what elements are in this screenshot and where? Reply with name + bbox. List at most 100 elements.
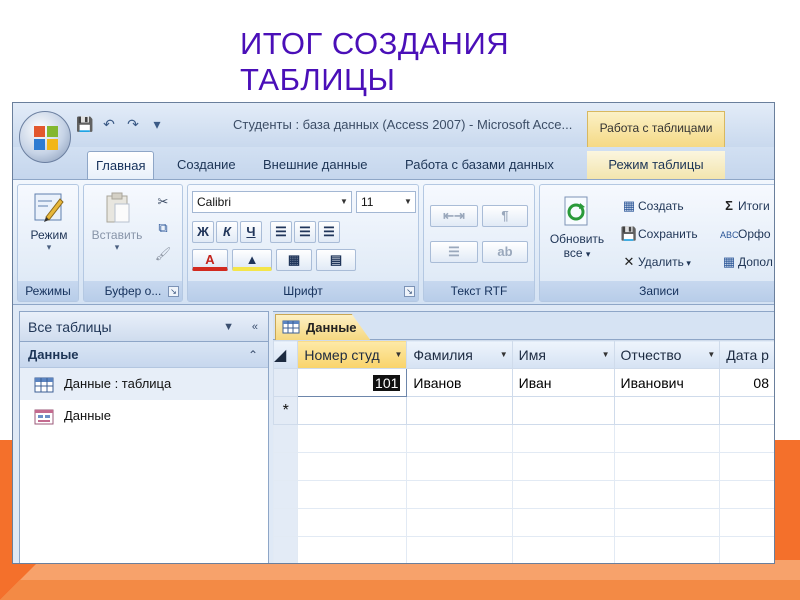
nav-item-table-label: Данные : таблица — [64, 376, 172, 391]
empty-row — [272, 452, 774, 481]
tab-datasheet[interactable]: Режим таблицы — [587, 151, 725, 179]
table-cell[interactable] — [719, 396, 774, 425]
tab-external-data[interactable]: Внешние данные — [255, 151, 376, 179]
alternate-fill-button[interactable]: ▤ — [316, 249, 356, 271]
indent-icon: ⇤⇥ — [443, 208, 465, 223]
font-size-combo[interactable]: 11 ▼ — [356, 191, 416, 213]
redo-icon[interactable]: ↷ — [123, 115, 143, 133]
table-cell[interactable] — [406, 396, 513, 425]
group-rich-text: ⇤⇥ ¶ ☰ ab Текст RTF — [423, 184, 535, 302]
tab-database-tools[interactable]: Работа с базами данных — [397, 151, 562, 179]
paragraph-button[interactable]: ¶ — [482, 205, 528, 227]
slide-orange-stripes — [0, 560, 800, 600]
column-header[interactable]: Отчество ▼ — [613, 340, 721, 369]
format-painter-button[interactable]: 🖌 — [154, 243, 172, 265]
view-icon — [34, 193, 64, 222]
group-label-records: Записи — [540, 281, 774, 301]
dialog-launcher-icon[interactable]: ↘ — [404, 286, 415, 297]
align-right-icon: ☰ — [323, 224, 335, 239]
collapse-group-icon[interactable]: ⌃ — [248, 342, 258, 368]
nav-pane-title: Все таблицы — [28, 319, 112, 335]
slide-title: ИТОГ СОЗДАНИЯ ТАБЛИЦЫ — [240, 26, 600, 98]
table-cell[interactable]: Иванов — [406, 368, 513, 397]
font-name-combo[interactable]: Calibri ▼ — [192, 191, 352, 213]
save-record-button[interactable]: 💾Сохранить — [620, 223, 698, 245]
chevron-down-icon[interactable]: ▼ — [223, 312, 234, 342]
table-cell[interactable]: Иванович — [613, 368, 721, 397]
align-left-icon: ☰ — [275, 224, 287, 239]
dialog-launcher-icon[interactable]: ↘ — [168, 286, 179, 297]
nav-pane-header[interactable]: Все таблицы ▼ « — [20, 312, 268, 342]
chevron-down-icon[interactable]: ▼ — [401, 192, 415, 212]
view-button-label: Режим — [30, 228, 68, 242]
chevron-down-icon[interactable]: ▼ — [394, 341, 402, 369]
new-record-marker[interactable]: * — [272, 396, 299, 425]
select-all-corner[interactable]: ◢ — [272, 340, 299, 369]
new-record-icon: ▦ — [622, 198, 636, 213]
customize-qat-icon[interactable]: ▾ — [147, 115, 167, 133]
chevron-down-icon[interactable]: ▼ — [500, 341, 508, 369]
delete-record-button[interactable]: ✕ Удалить ▾ — [620, 251, 691, 273]
tab-home[interactable]: Главная — [87, 151, 155, 179]
group-label-font: Шрифт — [188, 281, 418, 301]
column-header[interactable]: Дата р — [719, 340, 774, 369]
list-icon: ☰ — [448, 244, 460, 259]
new-record-button[interactable]: ▦ Создать — [620, 195, 684, 217]
paste-button[interactable]: Вставить ▾ — [88, 191, 146, 253]
indent-button[interactable]: ⇤⇥ — [430, 205, 478, 227]
group-records: Обновить все ▾ ▦ Создать 💾Сохранить ✕ Удал… — [539, 184, 774, 302]
context-tab-title: Работа с таблицами — [587, 111, 725, 147]
totals-button[interactable]: Σ Итоги — [720, 195, 770, 217]
table-cell[interactable] — [613, 396, 721, 425]
document-tab[interactable]: Данные — [275, 314, 371, 341]
undo-icon[interactable]: ↶ — [99, 115, 119, 133]
office-button[interactable] — [19, 111, 71, 163]
fill-color-button[interactable]: ▲ — [232, 249, 272, 271]
bold-button[interactable]: Ж — [192, 221, 214, 243]
gridlines-button[interactable]: ▦ — [276, 249, 312, 271]
empty-row — [272, 424, 774, 453]
table-cell[interactable]: Иван — [511, 368, 615, 397]
chevron-down-icon[interactable]: ▼ — [602, 341, 610, 369]
table-row: 101 Иванов Иван Иванович 08 — [272, 368, 774, 397]
tab-create[interactable]: Создание — [169, 151, 244, 179]
cut-button[interactable]: ✂ — [154, 191, 172, 213]
chevron-down-icon[interactable]: ▼ — [337, 192, 351, 212]
row-selector[interactable] — [272, 368, 299, 397]
nav-item-form[interactable]: Данные — [20, 400, 268, 432]
table-cell[interactable] — [511, 396, 615, 425]
refresh-all-button[interactable]: Обновить все ▾ — [542, 195, 612, 260]
chevron-down-icon: ▾ — [46, 242, 52, 252]
scissors-icon: ✂ — [157, 194, 169, 209]
align-center-button[interactable]: ☰ — [294, 221, 316, 243]
window-title: Студенты : база данных (Access 2007) - M… — [233, 117, 573, 132]
copy-button[interactable]: ⧉ — [154, 217, 172, 239]
highlight-button[interactable]: ab — [482, 241, 528, 263]
column-header[interactable]: Имя ▼ — [511, 340, 615, 369]
sigma-icon: Σ — [725, 198, 733, 213]
column-header[interactable]: Номер студ ▼ — [297, 340, 408, 369]
save-icon[interactable]: 💾 — [75, 115, 95, 133]
underline-button[interactable]: Ч — [240, 221, 262, 243]
italic-button[interactable]: К — [216, 221, 238, 243]
align-right-button[interactable]: ☰ — [318, 221, 340, 243]
nav-item-table[interactable]: Данные : таблица — [20, 368, 268, 400]
nav-group-header[interactable]: Данные ⌃ — [20, 342, 268, 368]
group-clipboard: Вставить ▾ ✂ ⧉ 🖌 Буфер о... ↘ — [83, 184, 183, 302]
table-cell[interactable] — [297, 396, 408, 425]
spelling-button[interactable]: ABCОрфо — [720, 223, 771, 245]
align-left-button[interactable]: ☰ — [270, 221, 292, 243]
brush-icon: 🖌 — [154, 246, 172, 261]
font-color-button[interactable]: A — [192, 249, 228, 271]
table-cell[interactable]: 101 — [297, 368, 408, 397]
list-button[interactable]: ☰ — [430, 241, 478, 263]
more-button[interactable]: ▦ Допол — [720, 251, 773, 273]
view-button[interactable]: Режим ▾ — [22, 191, 76, 253]
navigation-pane: Все таблицы ▼ « Данные ⌃ Данные : таблиц… — [19, 311, 269, 563]
group-label-rich-text: Текст RTF — [424, 281, 534, 301]
column-header[interactable]: Фамилия ▼ — [406, 340, 513, 369]
chevron-down-icon[interactable]: ▼ — [707, 341, 715, 369]
table-cell[interactable]: 08 — [719, 368, 774, 397]
collapse-pane-icon[interactable]: « — [252, 312, 258, 342]
slide-title-line1: ИТОГ СОЗДАНИЯ — [240, 26, 510, 61]
